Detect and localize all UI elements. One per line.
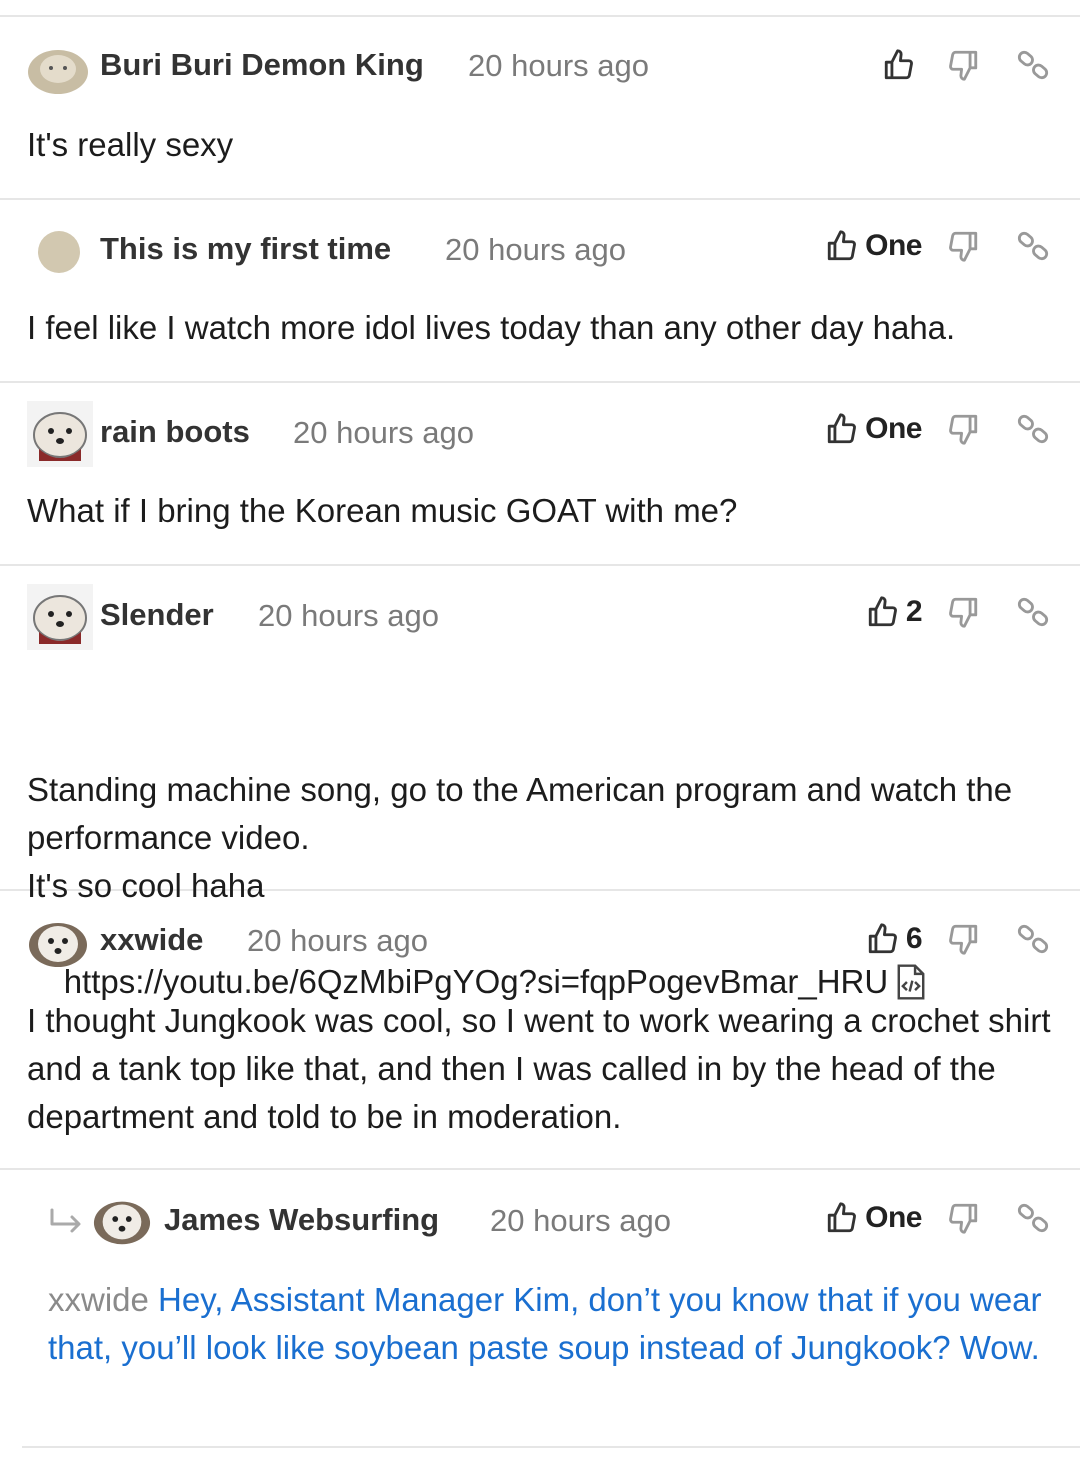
comment-text: What if I bring the Korean music GOAT wi… bbox=[27, 492, 738, 529]
link-icon[interactable] bbox=[1016, 1201, 1050, 1235]
comment-item: This is my first time 20 hours ago One I… bbox=[0, 200, 1080, 383]
like-count: One bbox=[865, 229, 922, 262]
comment-item: rain boots 20 hours ago One What if I br… bbox=[0, 383, 1080, 566]
reply-text: xxwide Hey, Assistant Manager Kim, don’t… bbox=[48, 1276, 1058, 1372]
comment-actions: 2 bbox=[866, 590, 1050, 634]
reply-arrow-icon bbox=[50, 1208, 81, 1233]
reply-author[interactable]: James Websurfing bbox=[164, 1201, 439, 1239]
like-count: 6 bbox=[905, 922, 923, 955]
thumbs-down-icon[interactable] bbox=[946, 229, 980, 263]
comment-item: Buri Buri Demon King 20 hours ago It's r… bbox=[0, 17, 1080, 200]
thumbs-down-icon[interactable] bbox=[946, 922, 980, 956]
avatar[interactable] bbox=[27, 401, 93, 467]
like-button[interactable]: 2 bbox=[866, 595, 923, 629]
comment-time: 20 hours ago bbox=[468, 48, 649, 83]
thumbs-up-icon bbox=[868, 923, 897, 954]
like-count: One bbox=[865, 1201, 922, 1234]
reply-item: James Websurfing 20 hours ago One xxwide… bbox=[0, 1170, 1080, 1446]
comment-author[interactable]: xxwide bbox=[100, 921, 203, 959]
comment-actions: 6 bbox=[866, 917, 1050, 961]
comment-time: 20 hours ago bbox=[293, 415, 474, 450]
comment-author[interactable]: This is my first time bbox=[100, 230, 391, 268]
comment-time: 20 hours ago bbox=[445, 232, 626, 267]
reply-mention[interactable]: xxwide bbox=[48, 1281, 149, 1318]
avatar[interactable] bbox=[27, 39, 89, 101]
like-count: One bbox=[865, 412, 922, 445]
thumbs-up-icon bbox=[827, 1202, 857, 1233]
comment-actions: One bbox=[825, 407, 1050, 451]
like-count: 2 bbox=[905, 595, 923, 628]
comment-text: I feel like I watch more idol lives toda… bbox=[27, 309, 956, 346]
comment-item: Slender 20 hours ago 2 Standing machine … bbox=[0, 566, 1080, 1000]
like-button[interactable]: One bbox=[825, 412, 922, 446]
thumbs-down-icon[interactable] bbox=[946, 1201, 980, 1235]
comment-author[interactable]: rain boots bbox=[100, 413, 250, 451]
thumbs-down-icon[interactable] bbox=[946, 412, 980, 446]
thumbs-up-icon bbox=[827, 230, 857, 261]
thumbs-up-icon bbox=[827, 413, 857, 444]
reply-body: Hey, Assistant Manager Kim, don’t you kn… bbox=[48, 1281, 1042, 1366]
thumbs-up-icon bbox=[868, 596, 897, 627]
comment-author[interactable]: Buri Buri Demon King bbox=[100, 46, 424, 84]
reply-actions: One bbox=[825, 1196, 1050, 1240]
comment-text: I thought Jungkook was cool, so I went t… bbox=[27, 1002, 1060, 1135]
comment-actions bbox=[882, 43, 1050, 87]
bottom-divider bbox=[22, 1446, 1080, 1448]
thumbs-down-icon[interactable] bbox=[946, 48, 980, 82]
like-button[interactable] bbox=[882, 48, 922, 82]
avatar[interactable] bbox=[92, 1190, 152, 1250]
avatar[interactable] bbox=[27, 584, 93, 650]
link-icon[interactable] bbox=[1016, 922, 1050, 956]
link-icon[interactable] bbox=[1016, 48, 1050, 82]
thumbs-down-icon[interactable] bbox=[946, 595, 980, 629]
reply-time: 20 hours ago bbox=[490, 1203, 671, 1238]
thumbs-up-icon bbox=[884, 49, 913, 80]
comment-author[interactable]: Slender bbox=[100, 596, 214, 634]
like-button[interactable]: One bbox=[825, 1201, 922, 1235]
comment-item: xxwide 20 hours ago 6 I thought Jungkook… bbox=[0, 891, 1080, 1170]
comment-text-body: Standing machine song, go to the America… bbox=[27, 771, 1013, 904]
like-button[interactable]: 6 bbox=[866, 922, 923, 956]
like-button[interactable]: One bbox=[825, 229, 922, 263]
avatar[interactable] bbox=[27, 911, 89, 973]
link-icon[interactable] bbox=[1016, 229, 1050, 263]
avatar[interactable] bbox=[37, 230, 81, 274]
comment-time: 20 hours ago bbox=[258, 598, 439, 633]
comment-text: It's really sexy bbox=[27, 126, 234, 163]
link-icon[interactable] bbox=[1016, 595, 1050, 629]
comment-time: 20 hours ago bbox=[247, 923, 428, 958]
link-icon[interactable] bbox=[1016, 412, 1050, 446]
comment-actions: One bbox=[825, 224, 1050, 268]
